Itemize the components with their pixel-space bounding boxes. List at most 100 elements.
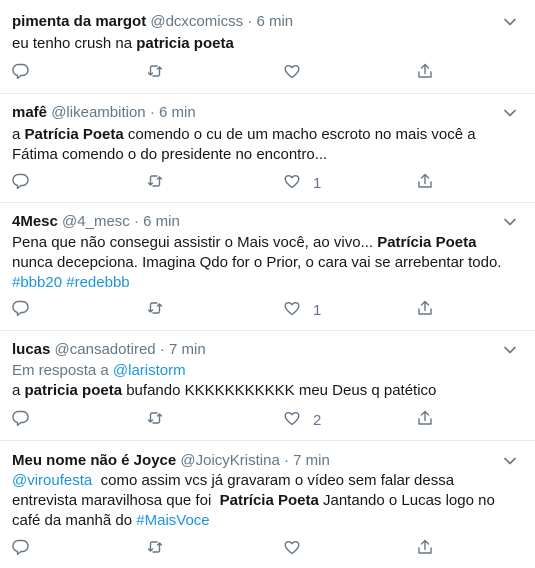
share-button[interactable] xyxy=(416,62,434,84)
like-button[interactable]: 1 xyxy=(283,299,321,321)
like-count: 1 xyxy=(313,301,322,319)
like-button[interactable] xyxy=(283,62,313,84)
like-button[interactable]: 2 xyxy=(283,409,321,431)
tweet[interactable]: Meu nome não é Joyce @JoicyKristina · 7 … xyxy=(0,441,535,568)
share-icon xyxy=(416,409,434,432)
tweet-header: pimenta da margot @dcxcomicss · 6 min xyxy=(12,12,293,32)
tweet-header: mafê @likeambition · 6 min xyxy=(12,103,196,123)
chevron-down-icon[interactable] xyxy=(501,341,519,359)
tweet[interactable]: pimenta da margot @dcxcomicss · 6 min eu… xyxy=(0,0,535,94)
tweet-text: a Patrícia Poeta comendo o cu de um mach… xyxy=(12,125,521,165)
reply-button[interactable] xyxy=(12,299,30,321)
tweet-text-line: café da manhã do #MaisVoce xyxy=(12,511,521,531)
share-button[interactable] xyxy=(416,299,434,321)
tweet-text-line: @viroufesta como assim vcs já gravaram o… xyxy=(12,471,521,491)
tweet[interactable]: lucas @cansadotired · 7 min Em resposta … xyxy=(0,331,535,441)
tweet-text: eu tenho crush na patricia poeta xyxy=(12,34,521,54)
tweet-text: @viroufesta como assim vcs já gravaram o… xyxy=(12,471,521,531)
reply-mention-link[interactable]: @laristorm xyxy=(113,362,186,379)
separator: · xyxy=(133,213,139,230)
share-icon xyxy=(416,538,434,561)
mention-link[interactable]: @viroufesta xyxy=(12,472,92,489)
tweet-text-line: eu tenho crush na patricia poeta xyxy=(12,34,521,54)
hashtag-link[interactable]: #bbb20 xyxy=(12,274,62,291)
reply-context: Em resposta a @laristorm xyxy=(12,361,521,381)
tweet-text-line: a Patrícia Poeta comendo o cu de um mach… xyxy=(12,125,521,145)
heart-icon xyxy=(283,299,301,322)
retweet-icon xyxy=(146,62,164,85)
timestamp[interactable]: 7 min xyxy=(293,452,330,469)
like-count: 2 xyxy=(313,411,322,429)
hashtag-link[interactable]: #redebbb xyxy=(66,274,129,291)
share-button[interactable] xyxy=(416,409,434,431)
heart-icon xyxy=(283,409,301,432)
handle[interactable]: @dcxcomicss xyxy=(150,13,243,30)
tweet-text-line: #bbb20 #redebbb xyxy=(12,273,521,293)
tweet-text-line: entrevista maravilhosa que foi Patrícia … xyxy=(12,491,521,511)
handle[interactable]: @likeambition xyxy=(51,104,145,121)
separator: · xyxy=(247,13,253,30)
reply-icon xyxy=(12,172,30,195)
highlight-text: Patrícia Poeta xyxy=(24,126,124,143)
text-segment: bufando KKKKKKKKKKK meu Deus q patético xyxy=(122,382,437,399)
display-name[interactable]: mafê xyxy=(12,104,47,121)
highlight-text: patricia poeta xyxy=(136,35,234,52)
retweet-button[interactable] xyxy=(146,409,164,431)
separator: · xyxy=(283,452,289,469)
action-bar: 1 xyxy=(0,172,535,194)
reply-icon xyxy=(12,62,30,85)
retweet-button[interactable] xyxy=(146,62,164,84)
reply-icon xyxy=(12,299,30,322)
share-button[interactable] xyxy=(416,172,434,194)
tweet-text-line: a patricia poeta bufando KKKKKKKKKKK meu… xyxy=(12,381,521,401)
tweet-text: Pena que não consegui assistir o Mais vo… xyxy=(12,233,521,293)
handle[interactable]: @cansadotired xyxy=(55,341,156,358)
tweet-header: Meu nome não é Joyce @JoicyKristina · 7 … xyxy=(12,451,330,471)
text-segment: nunca decepciona. Imagina Qdo for o Prio… xyxy=(12,254,502,271)
text-segment: comendo o cu de um macho escroto no mais… xyxy=(123,126,476,143)
like-button[interactable]: 1 xyxy=(283,172,321,194)
handle[interactable]: @JoicyKristina xyxy=(180,452,279,469)
timestamp[interactable]: 7 min xyxy=(169,341,206,358)
text-segment: Fátima comendo o do presidente no encont… xyxy=(12,146,328,163)
tweet-text-line: Fátima comendo o do presidente no encont… xyxy=(12,145,521,165)
text-segment: entrevista maravilhosa que foi xyxy=(12,492,220,509)
handle[interactable]: @4_mesc xyxy=(62,213,130,230)
text-segment: como assim vcs já gravaram o vídeo sem f… xyxy=(92,472,455,489)
reply-button[interactable] xyxy=(12,172,30,194)
timestamp[interactable]: 6 min xyxy=(143,213,180,230)
action-bar: 2 xyxy=(0,409,535,431)
text-segment: a xyxy=(12,126,25,143)
chevron-down-icon[interactable] xyxy=(501,104,519,122)
reply-icon xyxy=(12,409,30,432)
reply-button[interactable] xyxy=(12,409,30,431)
reply-button[interactable] xyxy=(12,538,30,560)
like-button[interactable] xyxy=(283,538,313,560)
tweet-text-line: Pena que não consegui assistir o Mais vo… xyxy=(12,233,521,253)
chevron-down-icon[interactable] xyxy=(501,213,519,231)
retweet-button[interactable] xyxy=(146,172,164,194)
text-segment: eu tenho crush na xyxy=(12,35,137,52)
share-icon xyxy=(416,172,434,195)
separator: · xyxy=(159,341,165,358)
tweet[interactable]: mafê @likeambition · 6 min a Patrícia Po… xyxy=(0,94,535,203)
retweet-button[interactable] xyxy=(146,538,164,560)
timestamp[interactable]: 6 min xyxy=(256,13,293,30)
chevron-down-icon[interactable] xyxy=(501,13,519,31)
display-name[interactable]: Meu nome não é Joyce xyxy=(12,452,176,469)
hashtag-link[interactable]: #MaisVoce xyxy=(136,512,209,529)
timestamp[interactable]: 6 min xyxy=(159,104,196,121)
share-icon xyxy=(416,299,434,322)
display-name[interactable]: 4Mesc xyxy=(12,213,58,230)
reply-button[interactable] xyxy=(12,62,30,84)
text-segment: Jantando o Lucas logo no xyxy=(318,492,495,509)
text-segment: café da manhã do xyxy=(12,512,137,529)
retweet-icon xyxy=(146,299,164,322)
share-button[interactable] xyxy=(416,538,434,560)
highlight-text: Patrícia Poeta xyxy=(377,234,477,251)
display-name[interactable]: lucas xyxy=(12,341,50,358)
display-name[interactable]: pimenta da margot xyxy=(12,13,146,30)
retweet-button[interactable] xyxy=(146,299,164,321)
chevron-down-icon[interactable] xyxy=(501,452,519,470)
tweet[interactable]: 4Mesc @4_mesc · 6 min Pena que não conse… xyxy=(0,203,535,331)
